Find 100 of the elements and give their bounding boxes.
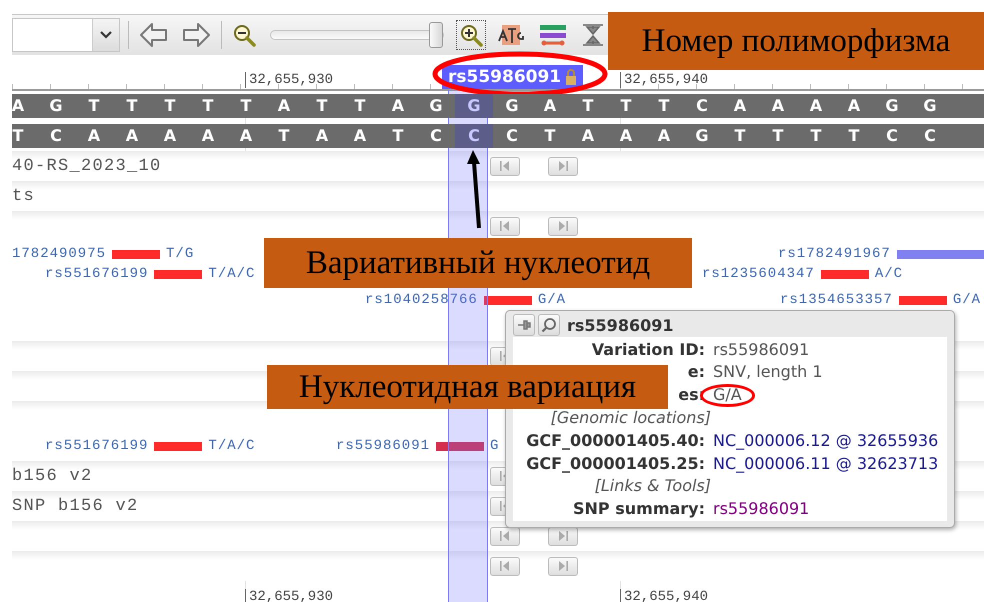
base-letter: A — [808, 95, 824, 117]
base-letter: T — [316, 95, 328, 117]
sequence-letters-icon — [496, 23, 526, 47]
base-letter: T — [734, 125, 746, 147]
skip-back-icon — [499, 161, 511, 171]
variant-label[interactable]: rs551676199 — [45, 438, 148, 454]
variant-bar[interactable] — [820, 270, 869, 278]
variant-bar[interactable] — [436, 442, 484, 450]
track-label: ts — [12, 186, 36, 206]
caret-icon — [100, 31, 112, 39]
base-letter: A — [656, 125, 672, 147]
popup-title: rs55986091 — [567, 316, 674, 335]
base-letter: T — [810, 125, 822, 147]
base-letter: G — [694, 125, 710, 147]
pin-icon — [517, 319, 531, 332]
variant-label[interactable]: rs551676199 — [45, 266, 148, 282]
variant-label[interactable]: rs55986091 — [336, 438, 430, 454]
selected-variant-badge[interactable]: rs55986091 — [442, 65, 584, 89]
variant-bar[interactable] — [898, 296, 947, 304]
base-letter: A — [200, 125, 216, 147]
base-letter: G — [48, 95, 64, 117]
base-letter: T — [582, 95, 594, 117]
search-icon — [541, 317, 557, 334]
base-letter: T — [658, 95, 670, 117]
allele-label: G/A — [952, 292, 982, 308]
field-label: e: — [688, 361, 705, 384]
track-label: b156 v2 — [12, 466, 93, 486]
previous-feature-button[interactable] — [490, 216, 520, 236]
skip-forward-icon — [557, 531, 569, 541]
value-link[interactable]: NC_000006.11 @ 32623713 — [713, 452, 938, 476]
base-letter: T — [126, 95, 138, 117]
base-letter: C — [885, 125, 899, 147]
field-label: GCF_000001405.25: — [526, 452, 705, 475]
callout-label: Вариативный нуклеотид — [264, 238, 692, 288]
base-letter: A — [238, 125, 254, 147]
base-letter: C — [455, 124, 493, 148]
variant-bar[interactable] — [154, 270, 202, 278]
base-letter: T — [88, 95, 100, 117]
base-letter: A — [542, 95, 558, 117]
variant-label[interactable]: rs1235604347 — [702, 266, 815, 282]
variant-label[interactable]: rs1354653357 — [780, 292, 893, 308]
lock-icon — [565, 69, 578, 85]
search-button[interactable] — [538, 314, 560, 336]
variant-label[interactable]: rs1782491967 — [778, 246, 891, 262]
skip-back-icon — [499, 221, 511, 231]
previous-feature-button[interactable] — [490, 526, 520, 546]
variant-label[interactable]: 1782490975 — [12, 246, 106, 262]
previous-feature-button[interactable] — [490, 156, 520, 176]
field-value: rs55986091 — [713, 338, 810, 361]
base-letter: T — [848, 125, 860, 147]
slider-thumb[interactable] — [429, 22, 444, 48]
base-letter: T — [620, 95, 632, 117]
field-value: SNV, length 1 — [713, 361, 823, 384]
pin-button[interactable] — [513, 314, 535, 336]
allele-label: T/A/C — [208, 266, 256, 282]
base-letter: T — [772, 125, 784, 147]
base-letter: T — [392, 125, 404, 147]
base-letter: A — [580, 125, 596, 147]
base-letter: T — [164, 95, 176, 117]
field-label: Variation ID: — [592, 338, 705, 361]
allele-label: A/C — [874, 266, 904, 282]
skip-forward-icon — [557, 561, 569, 571]
skip-back-icon — [499, 561, 511, 571]
callout-label: Нуклеотидная вариация — [267, 365, 668, 409]
next-feature-button[interactable] — [548, 556, 578, 576]
field-label: SNP summary: — [573, 498, 705, 520]
value-link[interactable]: rs55986091 — [713, 498, 810, 521]
base-letter: G — [884, 95, 900, 117]
base-letter: T — [544, 125, 556, 147]
base-letter: A — [276, 95, 292, 117]
section-link[interactable]: [Links & Tools] — [594, 475, 711, 498]
base-letter: T — [202, 95, 214, 117]
colored-tracks-icon — [538, 23, 568, 47]
skip-back-icon — [499, 531, 511, 541]
allele-label: G — [490, 438, 500, 454]
next-feature-button[interactable] — [548, 216, 578, 236]
variant-bar[interactable] — [154, 442, 202, 450]
base-letter: A — [162, 125, 178, 147]
ruler-label: 32,655,940 — [620, 72, 708, 88]
allele-label: T/G — [166, 246, 194, 262]
base-letter: C — [429, 125, 443, 147]
next-feature-button[interactable] — [548, 156, 578, 176]
variant-bar[interactable] — [112, 250, 160, 258]
base-letter: C — [695, 95, 709, 117]
zoom-slider[interactable] — [270, 21, 444, 49]
base-letter: C — [49, 125, 63, 147]
base-letter: A — [352, 125, 368, 147]
previous-feature-button[interactable] — [490, 556, 520, 576]
value-link[interactable]: NC_000006.12 @ 32655936 — [713, 430, 938, 453]
base-letter: G — [428, 95, 444, 117]
base-letter: C — [505, 125, 519, 147]
variant-bar[interactable] — [484, 296, 532, 304]
base-letter: G — [922, 95, 938, 117]
collapse-icon — [580, 23, 606, 47]
skip-forward-icon — [557, 161, 569, 171]
section-link[interactable]: [Genomic locations] — [550, 407, 711, 430]
allele-label: T/A/C — [208, 438, 256, 454]
callout-label: Номер полиморфизма — [608, 12, 984, 70]
skip-forward-icon — [557, 221, 569, 231]
ruler-label: 32,655,930 — [245, 72, 334, 88]
